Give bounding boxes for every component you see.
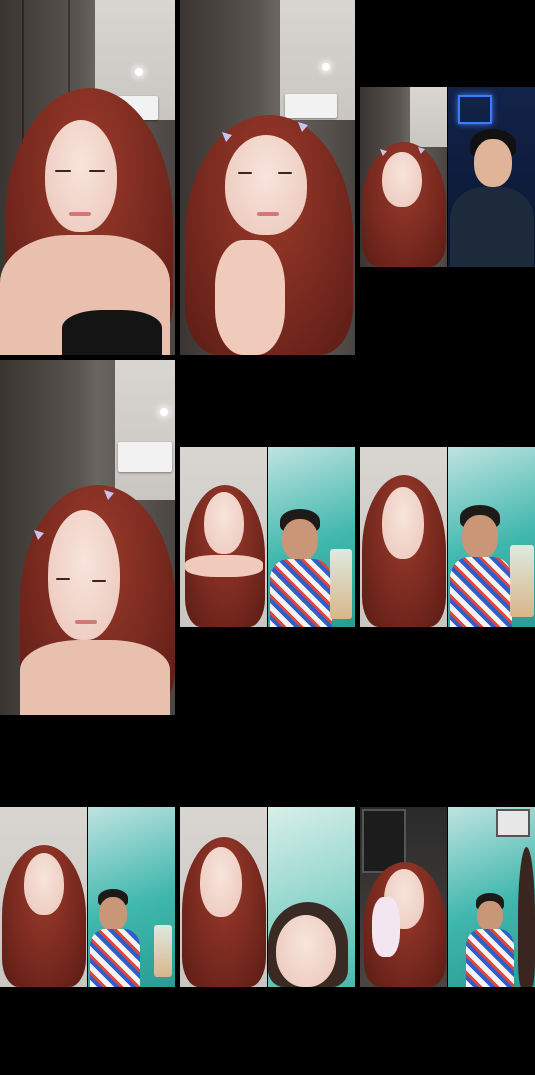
background-ceiling [410,87,447,147]
man-shirt [450,187,534,267]
video-grid: { "grid": { "columns": 3, "tiles": [ {"n… [0,0,535,1075]
lips [69,212,91,216]
eye [89,170,105,172]
hands [185,555,263,577]
stream-tile-8[interactable] [180,807,355,987]
window [496,809,530,837]
cup [510,545,534,617]
face [382,152,422,207]
boy-face [477,901,503,931]
shoulders [20,640,170,715]
adult-hair [518,847,535,987]
right-pane [88,807,175,987]
lips [75,620,97,624]
right-pane [268,447,355,627]
lips [257,212,279,216]
eye [56,578,70,580]
right-pane [448,87,535,267]
boy-shirt [90,929,140,987]
cup [330,549,352,619]
stream-tile-4[interactable] [0,360,175,715]
stream-tile-5[interactable] [180,447,355,627]
eye [92,580,106,582]
hand-with-product [372,897,400,957]
face [382,487,424,559]
man-face [474,139,512,187]
ceiling-light [322,63,330,71]
boy-shirt [466,929,514,987]
ceiling-light [160,408,168,416]
boy-shirt [450,557,512,627]
eye [55,170,71,172]
stream-tile-3[interactable] [360,87,535,267]
eye [278,172,292,174]
cup [154,925,172,977]
stream-tile-7[interactable] [0,807,175,987]
boy-face [99,897,127,931]
boy-shirt [270,559,332,627]
air-conditioner [285,94,337,118]
boy-face [462,515,498,559]
right-pane [448,807,535,987]
eye [238,172,252,174]
face [204,492,244,554]
stream-tile-2[interactable] [180,0,355,355]
second-person-face [276,915,336,987]
right-pane [268,807,355,987]
air-conditioner [118,442,172,472]
background-ceiling [115,360,175,500]
neon-light [458,95,492,124]
stream-tile-6[interactable] [360,447,535,627]
face [225,135,307,235]
right-pane [448,447,535,627]
stream-tile-9[interactable] [360,807,535,987]
top-clothing [62,310,162,355]
face [24,853,64,915]
hand [215,240,285,355]
stream-tile-1[interactable] [0,0,175,355]
boy-face [282,519,318,561]
face [200,847,242,917]
ceiling-light [135,68,143,76]
